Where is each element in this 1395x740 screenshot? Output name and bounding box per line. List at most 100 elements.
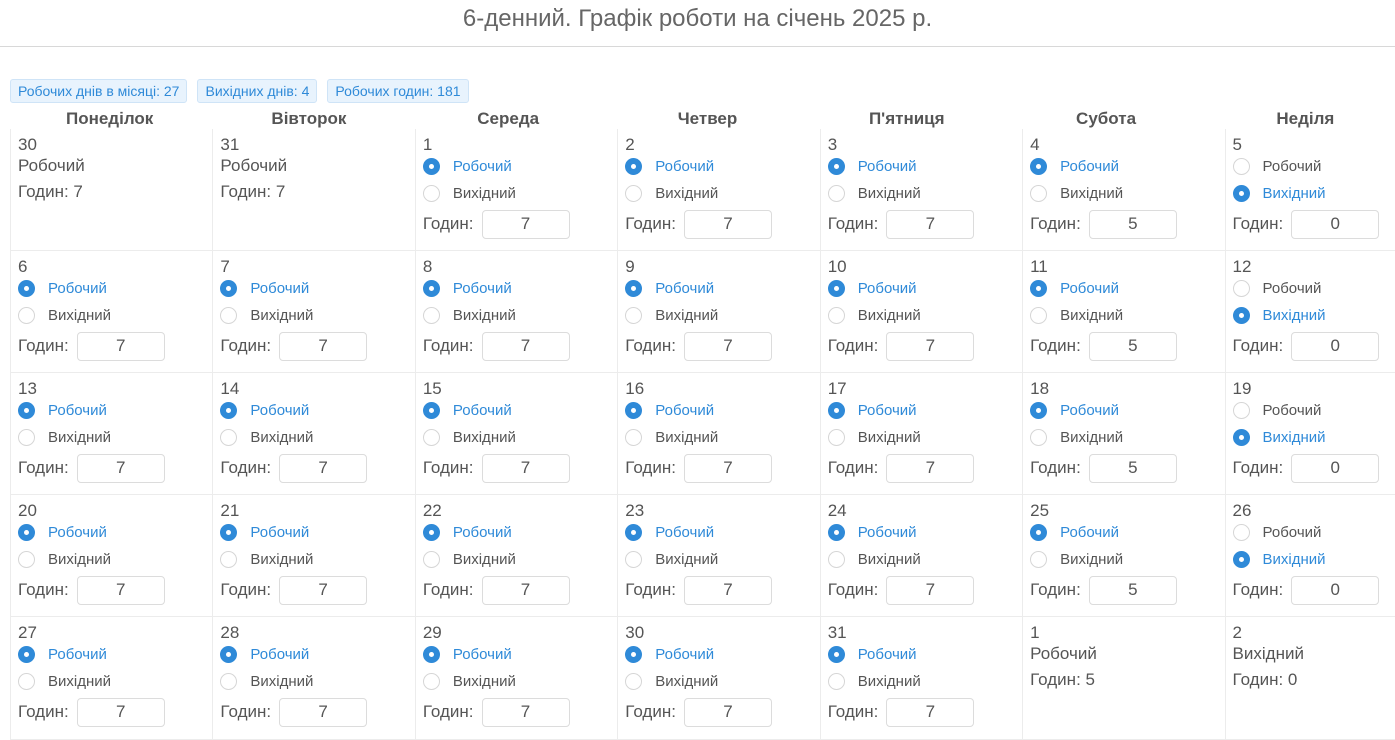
day-off-radio-label[interactable]: Вихідний: [250, 307, 313, 324]
hours-input[interactable]: [279, 575, 368, 605]
working-radio-label[interactable]: Робочий: [250, 524, 309, 541]
working-radio[interactable]: [625, 523, 643, 541]
day-off-radio-label[interactable]: Вихідний: [655, 429, 718, 446]
hours-input[interactable]: [683, 575, 772, 605]
hours-input[interactable]: [886, 209, 975, 239]
working-radio-label[interactable]: Робочий: [858, 402, 917, 419]
hours-input[interactable]: [1291, 575, 1380, 605]
day-off-radio-label[interactable]: Вихідний: [655, 551, 718, 568]
working-radio[interactable]: [1030, 401, 1048, 419]
day-off-radio[interactable]: [827, 550, 845, 568]
working-radio[interactable]: [1232, 523, 1250, 541]
working-radio-option[interactable]: Робочий: [1030, 522, 1119, 542]
day-off-radio-label[interactable]: Вихідний: [1263, 551, 1326, 568]
working-radio-label[interactable]: Робочий: [48, 524, 107, 541]
day-off-radio[interactable]: [625, 184, 643, 202]
day-off-radio-option[interactable]: Вихідний: [1232, 427, 1326, 447]
day-off-radio-label[interactable]: Вихідний: [858, 551, 921, 568]
working-radio[interactable]: [220, 523, 238, 541]
working-radio[interactable]: [1030, 523, 1048, 541]
day-off-radio-option[interactable]: Вихідний: [220, 305, 313, 325]
working-radio-option[interactable]: Робочий: [827, 644, 917, 664]
day-off-radio-option[interactable]: Вихідний: [625, 549, 718, 569]
hours-input[interactable]: [76, 575, 165, 605]
working-radio-label[interactable]: Робочий: [48, 402, 107, 419]
hours-input[interactable]: [1088, 209, 1177, 239]
day-off-radio-label[interactable]: Вихідний: [655, 307, 718, 324]
hours-input[interactable]: [76, 453, 165, 483]
day-off-radio[interactable]: [827, 306, 845, 324]
working-radio-label[interactable]: Робочий: [858, 280, 917, 297]
working-radio-option[interactable]: Робочий: [827, 156, 917, 176]
hours-input[interactable]: [1088, 331, 1177, 361]
hours-input[interactable]: [481, 209, 570, 239]
working-radio[interactable]: [625, 645, 643, 663]
day-off-radio-label[interactable]: Вихідний: [1263, 429, 1326, 446]
day-off-radio-option[interactable]: Вихідний: [625, 305, 718, 325]
day-off-radio-label[interactable]: Вихідний: [453, 551, 516, 568]
day-off-radio-option[interactable]: Вихідний: [422, 305, 516, 325]
day-off-radio-option[interactable]: Вихідний: [625, 427, 718, 447]
hours-input[interactable]: [683, 331, 772, 361]
day-off-radio-label[interactable]: Вихідний: [1060, 551, 1123, 568]
working-radio-option[interactable]: Робочий: [220, 644, 309, 664]
working-radio-option[interactable]: Робочий: [1232, 156, 1321, 176]
day-off-radio[interactable]: [18, 550, 35, 568]
working-radio-option[interactable]: Робочий: [827, 400, 917, 420]
day-off-radio-option[interactable]: Вихідний: [827, 427, 921, 447]
hours-input[interactable]: [481, 697, 570, 727]
working-radio[interactable]: [422, 279, 440, 297]
working-radio[interactable]: [1232, 157, 1250, 175]
working-radio[interactable]: [18, 401, 35, 419]
working-radio-option[interactable]: Робочий: [18, 522, 107, 542]
working-radio-label[interactable]: Робочий: [655, 646, 714, 663]
day-off-radio-label[interactable]: Вихідний: [453, 307, 516, 324]
hours-input[interactable]: [481, 331, 570, 361]
day-off-radio-option[interactable]: Вихідний: [1232, 305, 1326, 325]
working-radio-label[interactable]: Робочий: [250, 402, 309, 419]
day-off-radio-option[interactable]: Вихідний: [18, 671, 111, 691]
day-off-radio-label[interactable]: Вихідний: [48, 429, 111, 446]
working-radio-option[interactable]: Робочий: [625, 644, 714, 664]
working-radio[interactable]: [827, 523, 845, 541]
day-off-radio-option[interactable]: Вихідний: [827, 549, 921, 569]
working-radio-label[interactable]: Робочий: [1060, 280, 1119, 297]
day-off-radio-option[interactable]: Вихідний: [625, 671, 718, 691]
day-off-radio-label[interactable]: Вихідний: [1263, 185, 1326, 202]
day-off-radio[interactable]: [1030, 428, 1048, 446]
working-radio[interactable]: [827, 157, 845, 175]
working-radio[interactable]: [220, 279, 238, 297]
working-radio-option[interactable]: Робочий: [220, 400, 309, 420]
hours-input[interactable]: [279, 331, 368, 361]
working-radio-label[interactable]: Робочий: [858, 158, 917, 175]
day-off-radio-option[interactable]: Вихідний: [422, 183, 516, 203]
day-off-radio[interactable]: [220, 672, 238, 690]
day-off-radio-option[interactable]: Вихідний: [422, 427, 516, 447]
day-off-radio[interactable]: [422, 428, 440, 446]
day-off-radio[interactable]: [1232, 428, 1250, 446]
working-radio[interactable]: [1030, 279, 1048, 297]
working-radio[interactable]: [827, 401, 845, 419]
day-off-radio-label[interactable]: Вихідний: [48, 307, 111, 324]
day-off-radio[interactable]: [625, 306, 643, 324]
day-off-radio[interactable]: [422, 184, 440, 202]
day-off-radio[interactable]: [827, 672, 845, 690]
working-radio-option[interactable]: Робочий: [827, 278, 917, 298]
working-radio-option[interactable]: Робочий: [1030, 156, 1119, 176]
working-radio-option[interactable]: Робочий: [625, 400, 714, 420]
day-off-radio-label[interactable]: Вихідний: [1060, 307, 1123, 324]
hours-input[interactable]: [76, 331, 165, 361]
working-radio-option[interactable]: Робочий: [625, 278, 714, 298]
working-radio-label[interactable]: Робочий: [1060, 402, 1119, 419]
day-off-radio-label[interactable]: Вихідний: [858, 429, 921, 446]
working-radio-option[interactable]: Робочий: [1232, 278, 1322, 298]
working-radio-label[interactable]: Робочий: [858, 524, 917, 541]
day-off-radio[interactable]: [625, 550, 643, 568]
working-radio-label[interactable]: Робочий: [1263, 280, 1322, 297]
day-off-radio-label[interactable]: Вихідний: [1060, 429, 1123, 446]
hours-input[interactable]: [1088, 575, 1177, 605]
working-radio-label[interactable]: Робочий: [1263, 402, 1322, 419]
hours-input[interactable]: [683, 209, 772, 239]
hours-input[interactable]: [683, 453, 772, 483]
working-radio-label[interactable]: Робочий: [250, 646, 309, 663]
